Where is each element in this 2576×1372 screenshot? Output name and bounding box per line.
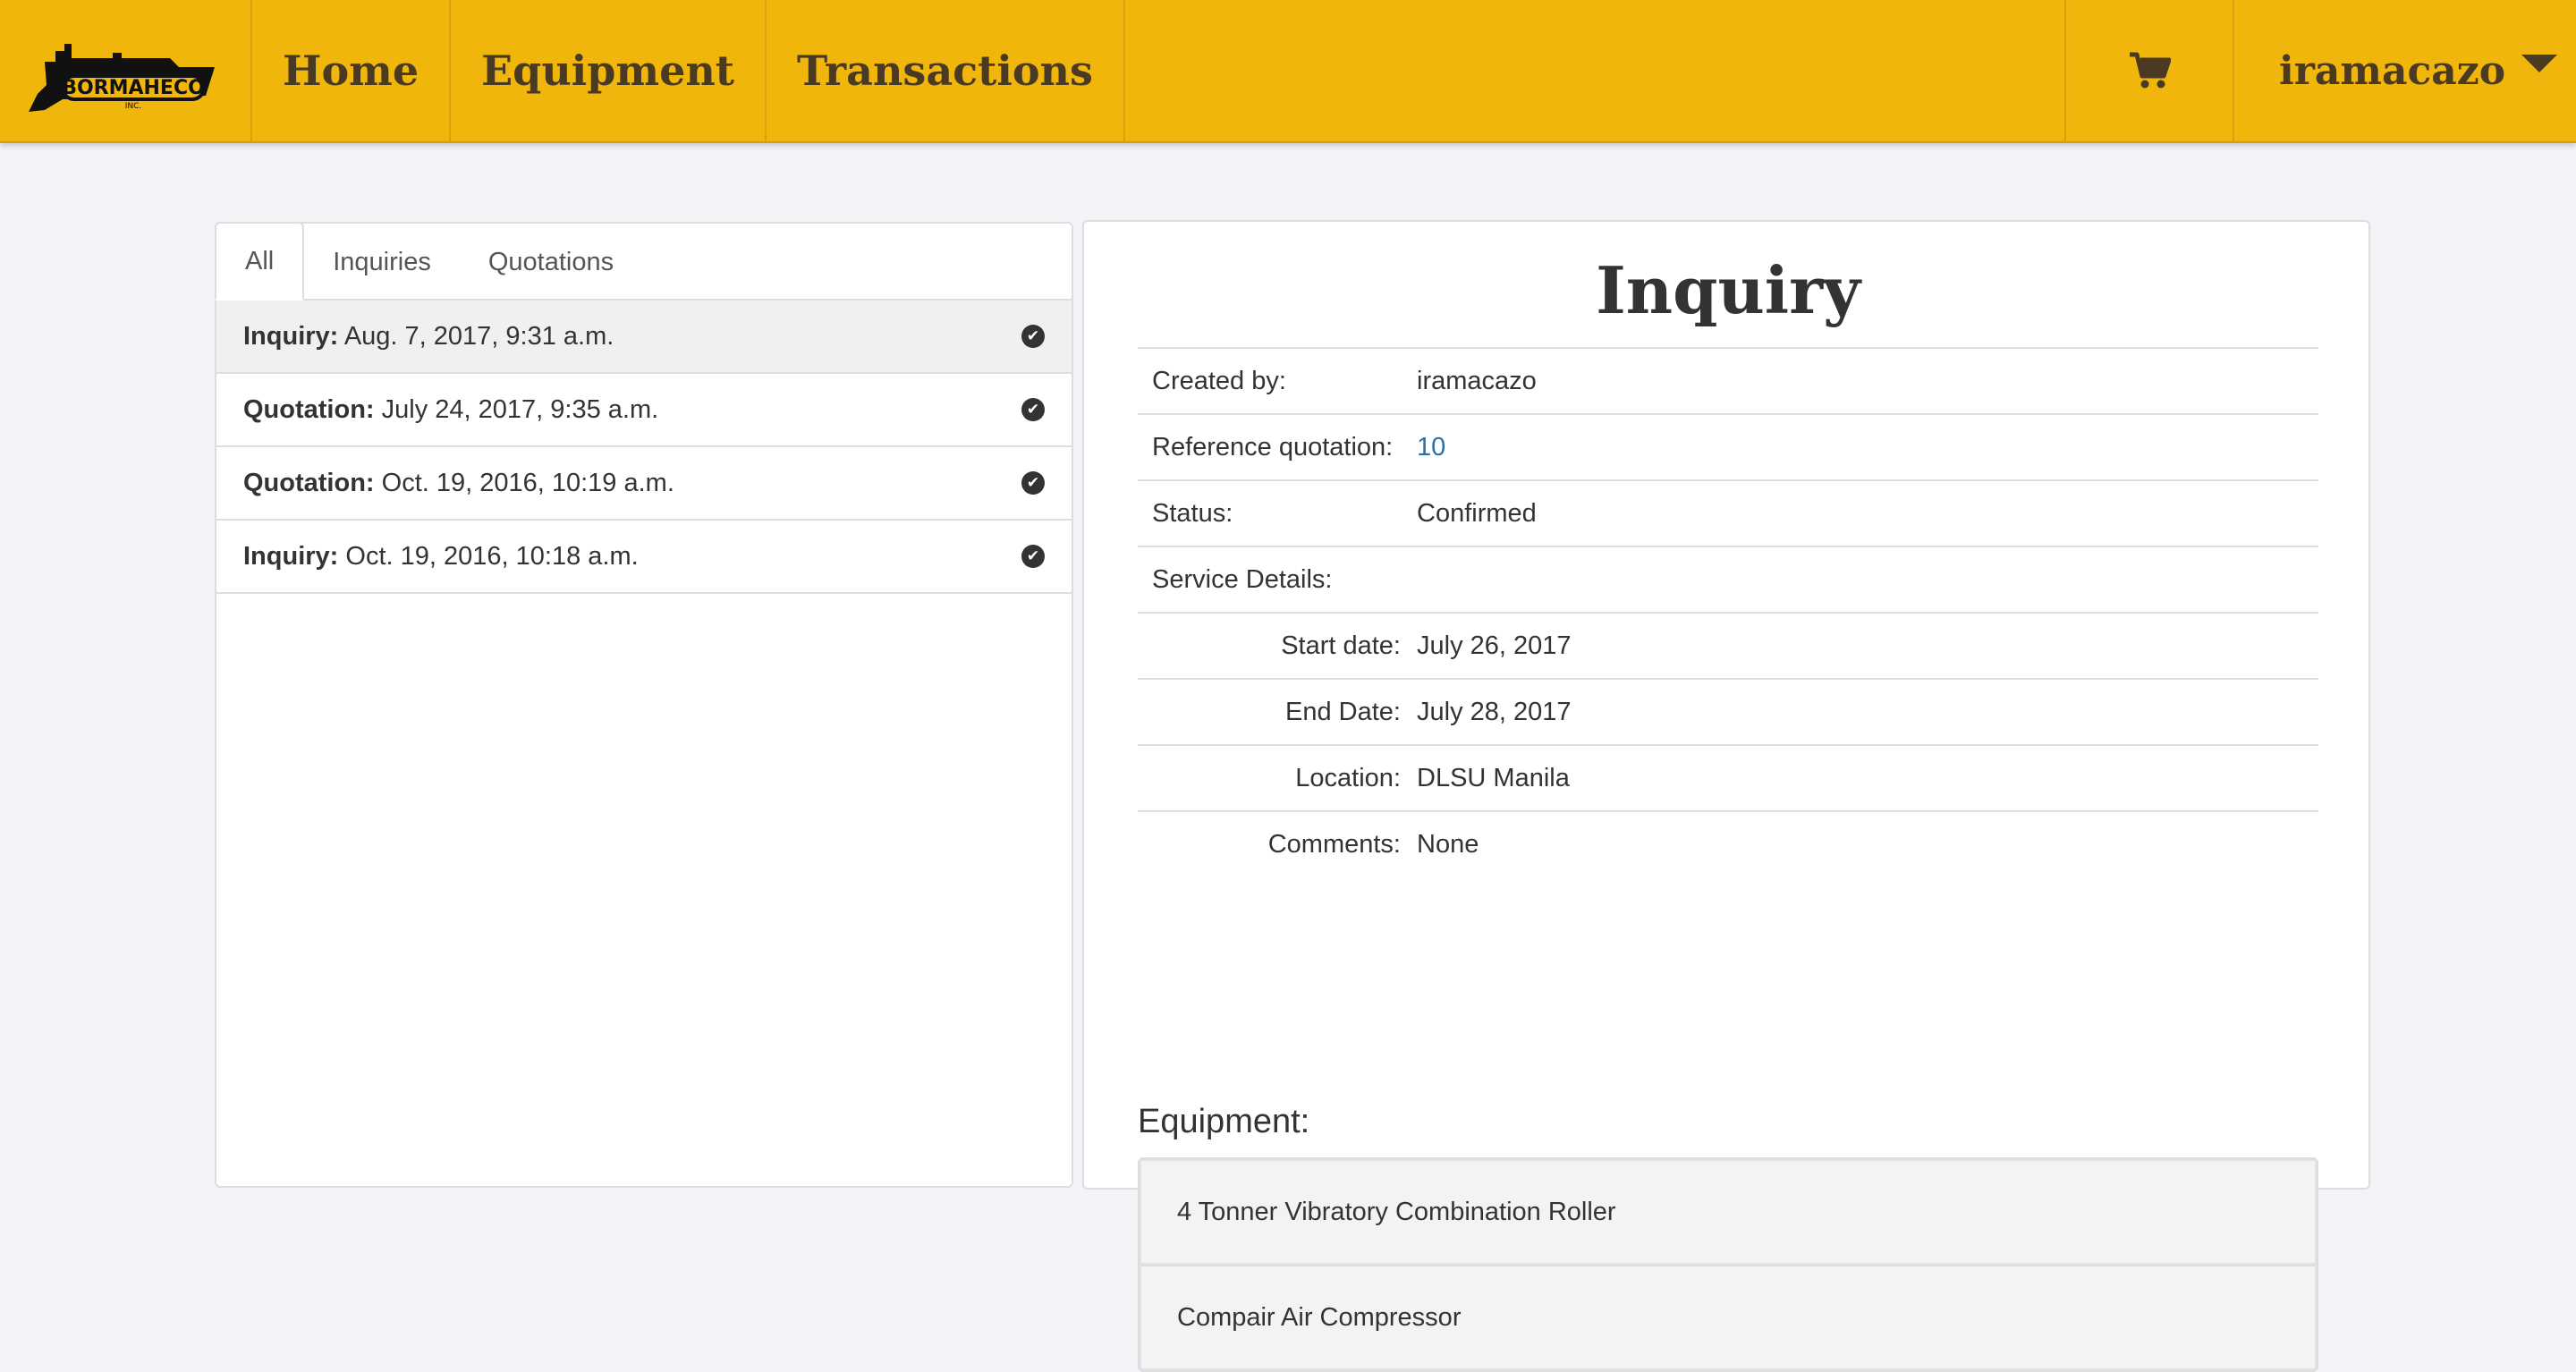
transaction-item[interactable]: Inquiry: Aug. 7, 2017, 9:31 a.m. ✔ <box>216 301 1072 374</box>
user-menu-dropdown[interactable]: iramacazo <box>2234 0 2576 141</box>
equipment-heading: Equipment: <box>1138 1103 1310 1140</box>
transactions-panel: All Inquiries Quotations Inquiry: Aug. 7… <box>215 222 1073 1188</box>
start-date-label: Start date: <box>1281 631 1401 660</box>
check-circle-icon: ✔ <box>1021 325 1045 348</box>
status-row: Status: Confirmed <box>1138 479 2318 546</box>
check-circle-icon: ✔ <box>1021 471 1045 495</box>
transaction-tabs: All Inquiries Quotations <box>215 222 1072 301</box>
transaction-type: Quotation: <box>243 394 375 424</box>
service-details-label: Service Details: <box>1152 564 1333 594</box>
nav-equipment-link[interactable]: Equipment <box>451 0 767 141</box>
svg-text:BORMAHECO: BORMAHECO <box>62 77 205 99</box>
comments-label: Comments: <box>1267 829 1401 859</box>
bulldozer-logo-icon: BORMAHECO INC. <box>29 44 215 112</box>
location-value: DLSU Manila <box>1417 763 1570 792</box>
nav-home-link[interactable]: Home <box>252 0 452 141</box>
equipment-item[interactable]: Compair Air Compressor <box>1140 1265 2317 1370</box>
detail-title: Inquiry <box>1596 252 1860 328</box>
shopping-cart-icon <box>2130 52 2171 89</box>
transaction-date: July 24, 2017, 9:35 a.m. <box>381 394 659 424</box>
transaction-date: Oct. 19, 2016, 10:18 a.m. <box>345 541 639 571</box>
transaction-date: Aug. 7, 2017, 9:31 a.m. <box>343 321 614 351</box>
transaction-text: Inquiry: Aug. 7, 2017, 9:31 a.m. <box>243 322 614 351</box>
start-date-row: Start date: July 26, 2017 <box>1138 612 2318 678</box>
transaction-text: Inquiry: Oct. 19, 2016, 10:18 a.m. <box>243 542 639 572</box>
check-circle-icon: ✔ <box>1021 398 1045 421</box>
transaction-item[interactable]: Quotation: Oct. 19, 2016, 10:19 a.m. ✔ <box>216 447 1072 521</box>
reference-quotation-link[interactable]: 10 <box>1417 433 1445 462</box>
nav-transactions-link[interactable]: Transactions <box>767 0 1125 141</box>
transaction-text: Quotation: Oct. 19, 2016, 10:19 a.m. <box>243 469 674 498</box>
location-label: Location: <box>1295 763 1401 792</box>
transaction-text: Quotation: July 24, 2017, 9:35 a.m. <box>243 395 658 425</box>
equipment-list: 4 Tonner Vibratory Combination Roller Co… <box>1138 1157 2318 1372</box>
svg-text:INC.: INC. <box>125 102 142 111</box>
transaction-type: Inquiry: <box>243 541 339 571</box>
transaction-type: Quotation: <box>243 468 375 497</box>
transaction-item[interactable]: Quotation: July 24, 2017, 9:35 a.m. ✔ <box>216 374 1072 447</box>
tab-quotations[interactable]: Quotations <box>460 224 642 301</box>
transaction-type: Inquiry: <box>243 321 339 351</box>
reference-quotation-row: Reference quotation: 10 <box>1138 413 2318 479</box>
end-date-label: End Date: <box>1285 697 1401 726</box>
service-details-row: Service Details: <box>1138 546 2318 612</box>
created-by-value: iramacazo <box>1417 366 1537 395</box>
tab-inquiries[interactable]: Inquiries <box>304 224 460 301</box>
equipment-item[interactable]: 4 Tonner Vibratory Combination Roller <box>1140 1159 2317 1265</box>
navbar-spacer <box>1125 0 2066 141</box>
cart-button[interactable] <box>2066 0 2234 141</box>
created-by-row: Created by: iramacazo <box>1138 347 2318 413</box>
end-date-value: July 28, 2017 <box>1417 697 1572 726</box>
end-date-row: End Date: July 28, 2017 <box>1138 678 2318 744</box>
status-value: Confirmed <box>1417 498 1537 528</box>
comments-row: Comments: None <box>1138 810 2318 877</box>
transaction-item[interactable]: Inquiry: Oct. 19, 2016, 10:18 a.m. ✔ <box>216 521 1072 594</box>
check-circle-icon: ✔ <box>1021 545 1045 568</box>
inquiry-detail-panel: Inquiry Created by: iramacazo Reference … <box>1082 220 2370 1372</box>
start-date-value: July 26, 2017 <box>1417 631 1572 660</box>
status-label: Status: <box>1152 498 1233 528</box>
transaction-date: Oct. 19, 2016, 10:19 a.m. <box>381 468 674 497</box>
transaction-list: Inquiry: Aug. 7, 2017, 9:31 a.m. ✔ Quota… <box>216 301 1072 594</box>
location-row: Location: DLSU Manila <box>1138 744 2318 810</box>
tab-all[interactable]: All <box>215 222 305 301</box>
username-label: iramacazo <box>2279 47 2506 94</box>
caret-down-icon <box>2521 55 2558 72</box>
reference-quotation-label: Reference quotation: <box>1152 432 1394 462</box>
detail-table: Created by: iramacazo Reference quotatio… <box>1138 347 2318 877</box>
comments-value: None <box>1417 829 1479 859</box>
top-navbar: BORMAHECO INC. Home Equipment Transactio… <box>0 0 2576 143</box>
created-by-label: Created by: <box>1152 366 1286 395</box>
brand-logo[interactable]: BORMAHECO INC. <box>0 0 252 141</box>
